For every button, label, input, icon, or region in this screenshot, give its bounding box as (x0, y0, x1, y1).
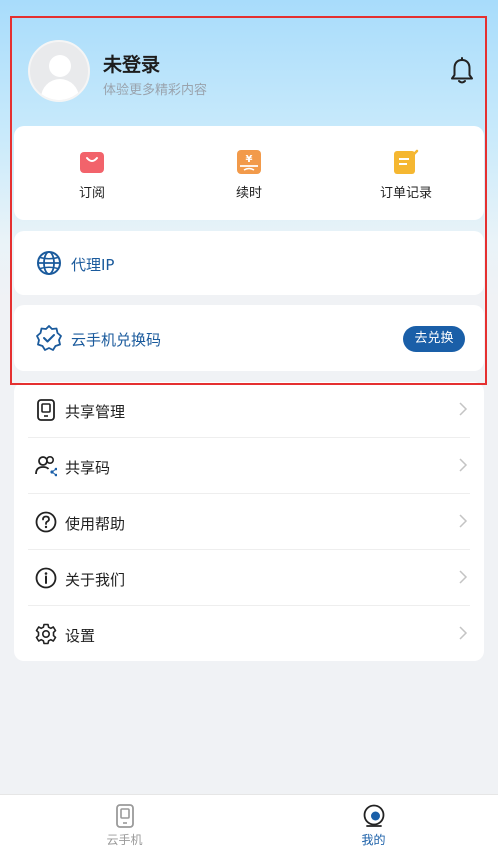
avatar[interactable] (28, 40, 90, 102)
verified-badge-icon (36, 325, 62, 351)
login-status-title[interactable]: 未登录 (103, 50, 160, 77)
tab-label: 云手机 (106, 833, 143, 847)
gear-icon (35, 623, 57, 645)
chevron-right-icon (459, 514, 468, 528)
user-header: 未登录 体验更多精彩内容 (28, 40, 478, 102)
menu-label: 设置 (65, 627, 96, 645)
chevron-right-icon (459, 402, 468, 416)
info-icon (35, 567, 57, 589)
menu-label: 共享管理 (65, 403, 126, 421)
redeem-code-label: 云手机兑换码 (71, 331, 162, 349)
help-icon (35, 511, 57, 533)
shopping-bag-icon (80, 152, 104, 173)
redeem-code-row[interactable]: 云手机兑换码 去兑换 (14, 305, 484, 371)
subscribe-button[interactable]: 订阅 (14, 126, 170, 220)
renew-button[interactable]: ¥ 续时 (171, 126, 327, 220)
menu-label: 关于我们 (65, 571, 126, 589)
renew-time-icon: ¥ (237, 150, 261, 174)
subscribe-label: 订阅 (78, 186, 105, 201)
profile-icon (363, 804, 385, 827)
menu-item-share-manage[interactable]: 共享管理 (14, 382, 484, 438)
proxy-ip-label: 代理IP (71, 256, 115, 274)
svg-text:¥: ¥ (246, 154, 253, 165)
menu-item-about[interactable]: 关于我们 (14, 550, 484, 606)
menu-item-settings[interactable]: 设置 (14, 606, 484, 662)
globe-icon (37, 251, 61, 275)
share-code-icon (35, 455, 57, 477)
menu-label: 共享码 (65, 459, 111, 477)
share-manage-icon (37, 399, 55, 421)
proxy-ip-row[interactable]: 代理IP (14, 231, 484, 295)
menu-label: 使用帮助 (65, 515, 126, 533)
cloud-phone-icon (116, 804, 134, 828)
avatar-head (49, 55, 71, 77)
chevron-right-icon (459, 458, 468, 472)
redeem-button[interactable]: 去兑换 (403, 326, 465, 352)
chevron-right-icon (459, 570, 468, 584)
settings-menu: 共享管理 共享码 使用帮助 关于我们 设置 (14, 382, 484, 661)
bell-icon[interactable] (449, 57, 475, 85)
tab-label: 我的 (361, 833, 386, 847)
chevron-right-icon (459, 626, 468, 640)
menu-item-share-code[interactable]: 共享码 (14, 438, 484, 494)
avatar-body (41, 79, 79, 100)
menu-item-help[interactable]: 使用帮助 (14, 494, 484, 550)
quick-actions-card: 订阅 ¥ 续时 订单记录 (14, 126, 484, 220)
tab-mine[interactable]: 我的 (249, 795, 498, 854)
renew-label: 续时 (235, 186, 262, 201)
order-record-button[interactable]: 订单记录 (328, 126, 484, 220)
login-subtitle: 体验更多精彩内容 (103, 83, 208, 98)
order-record-icon (394, 149, 419, 174)
bottom-tab-bar: 云手机 我的 (0, 794, 498, 854)
order-record-label: 订单记录 (379, 186, 432, 201)
tab-cloud-phone[interactable]: 云手机 (0, 795, 249, 854)
